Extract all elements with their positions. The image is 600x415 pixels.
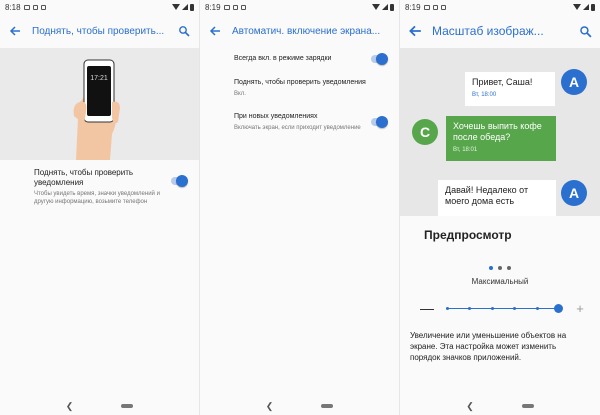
item-subtitle: Включать экран, если приходит уведомлени… [234,125,361,131]
nav-back-icon[interactable]: ❮ [66,401,74,412]
navigation-bar: ❮ [0,397,199,415]
lift-to-check-item[interactable]: Поднять, чтобы проверить уведомления Вкл… [200,64,399,98]
message-time: Вт, 18:00 [472,92,497,98]
notification-icon [232,4,238,10]
slider-tick [468,306,472,310]
message-bubble: Хочешь выпить кофе после обеда? Вт, 18:0… [446,116,556,161]
new-notifications-toggle[interactable] [371,116,388,128]
screen-ambient-display: 8:19 Автоматич. включение экрана... Всег… [200,0,400,415]
page-title: Автоматич. включение экрана... [232,25,381,37]
page-indicator [400,266,600,270]
search-icon[interactable] [175,22,193,40]
display-size-slider: — + [400,300,600,316]
message-text: Хочешь выпить кофе после обеда? [453,121,542,142]
nav-home-pill[interactable] [121,404,134,408]
slider-tick [490,306,494,310]
cell-signal-icon [583,4,589,10]
wifi-icon [573,4,581,10]
minus-icon[interactable]: — [420,300,434,316]
nav-home-pill[interactable] [321,404,334,408]
avatar: C [412,119,438,145]
back-arrow-icon[interactable] [406,22,424,40]
navigation-bar: ❮ [400,397,600,415]
status-time: 8:19 [205,2,221,12]
status-bar: 8:18 [0,0,199,14]
battery-icon [190,3,194,11]
page-dot [507,266,511,270]
notification-icon [40,4,46,10]
page-dot [489,266,493,270]
status-time: 8:19 [405,2,421,12]
toolbar: Поднять, чтобы проверить... [0,14,199,48]
always-on-charging-item[interactable]: Всегда вкл. в режиме зарядки [200,48,399,65]
page-dot [498,266,502,270]
lift-to-check-setting[interactable]: Поднять, чтобы проверить уведомления Что… [0,160,199,206]
notification-icon [240,4,246,10]
message-text: Привет, Саша! [472,77,533,87]
battery-icon [591,3,595,11]
phone-clock: 17:21 [90,75,108,82]
cell-signal-icon [182,4,188,10]
nav-back-icon[interactable]: ❮ [266,401,274,412]
description-text: Увеличение или уменьшение объектов на эк… [410,331,567,362]
slider-tick [513,306,517,310]
notification-icon [23,4,30,10]
page-title: Поднять, чтобы проверить... [32,25,165,37]
notification-icon [223,4,230,10]
search-icon[interactable] [576,22,594,40]
message-bubble: Привет, Саша! Вт, 18:00 [465,72,555,106]
navigation-bar: ❮ [200,397,399,415]
nav-back-icon[interactable]: ❮ [466,401,474,412]
toolbar: Автоматич. включение экрана... [200,14,399,48]
screen-display-size: 8:19 Масштаб изображ... Привет, Саша! Вт… [400,0,600,415]
status-bar: 8:19 [200,0,399,14]
avatar: A [561,69,587,95]
hand-holding-phone-illustration: 17:21 [0,48,199,160]
item-title: При новых уведомлениях [234,113,318,120]
new-notifications-item[interactable]: При новых уведомлениях Включать экран, е… [200,98,399,132]
cell-signal-icon [382,4,388,10]
slider-thumb[interactable] [554,303,563,313]
notification-icon [423,4,430,10]
back-arrow-icon[interactable] [206,22,224,40]
notification-icon [440,4,446,10]
always-on-charging-toggle[interactable] [371,53,388,65]
plus-icon[interactable]: + [574,301,586,316]
message-text: Давай! Недалеко от моего дома есть [445,185,529,206]
slider-tick [535,306,539,310]
slider-tick [446,306,449,310]
avatar: A [561,180,587,206]
wifi-icon [372,4,380,10]
wifi-icon [172,4,180,10]
notification-icon [432,4,438,10]
item-subtitle: Вкл. [234,91,246,97]
setting-subtitle: Чтобы увидеть время, значки уведомлений … [34,191,160,205]
preview-heading: Предпросмотр [424,228,512,242]
chat-preview: Привет, Саша! Вт, 18:00 A C Хочешь выпит… [400,48,600,216]
notification-icon [32,4,38,10]
lift-to-check-toggle[interactable] [171,175,188,187]
page-title: Масштаб изображ... [432,24,544,38]
item-title: Всегда вкл. в режиме зарядки [234,55,332,62]
scale-label: Максимальный [471,277,529,286]
setting-title: Поднять, чтобы проверить уведомления [34,168,134,187]
status-time: 8:18 [5,2,21,12]
status-bar: 8:19 [400,0,600,14]
message-bubble: Давай! Недалеко от моего дома есть [438,180,556,216]
back-arrow-icon[interactable] [6,22,24,40]
screen-lift-to-check: 8:18 Поднять, чтобы проверить... 17:21 П… [0,0,200,415]
item-title: Поднять, чтобы проверить уведомления [234,79,366,86]
message-time: Вт, 18:01 [453,147,478,153]
toolbar: Масштаб изображ... [400,14,600,48]
slider-track[interactable] [446,303,563,313]
battery-icon [390,3,394,11]
nav-home-pill[interactable] [521,404,534,408]
